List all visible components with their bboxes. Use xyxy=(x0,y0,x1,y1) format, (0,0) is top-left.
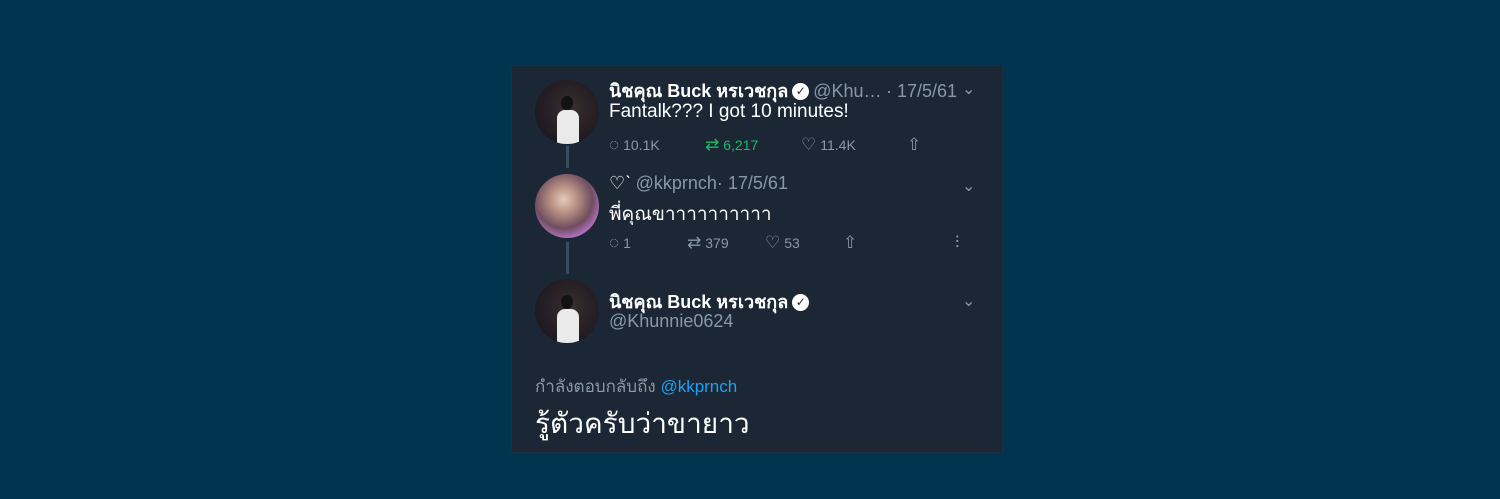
reply-icon: ◌ xyxy=(609,135,620,154)
display-name[interactable]: ♡ˋ xyxy=(609,173,631,193)
like-button[interactable]: ♡ 11.4K xyxy=(801,136,907,153)
thread-line xyxy=(566,146,569,168)
thread-line xyxy=(566,242,569,274)
verified-badge-icon: ✓ xyxy=(792,294,810,311)
tweet-text: Fantalk??? I got 10 minutes! xyxy=(609,101,849,122)
like-count: 53 xyxy=(784,234,800,251)
like-button[interactable]: ♡ 53 xyxy=(765,234,843,251)
user-handle[interactable]: @kkprnch xyxy=(636,173,717,193)
share-button[interactable]: ⇧ xyxy=(907,136,921,153)
tweet-date[interactable]: · 17/5/61 xyxy=(717,173,788,193)
like-count: 11.4K xyxy=(820,136,856,153)
user-handle[interactable]: @Khu… xyxy=(813,81,881,101)
retweet-icon: ⇄ xyxy=(705,135,720,154)
retweet-count: 6,217 xyxy=(723,136,759,153)
mention-link[interactable]: @kkprnch xyxy=(660,377,737,396)
verified-badge-icon: ✓ xyxy=(792,83,810,100)
share-icon: ⇧ xyxy=(843,233,858,252)
chevron-down-icon[interactable]: ⌄ xyxy=(962,176,975,196)
replying-to-label: กำลังตอบกลับถึง xyxy=(535,377,656,396)
analytics-icon: ⫶ xyxy=(955,233,960,252)
retweet-button[interactable]: ⇄ 379 xyxy=(687,234,765,251)
share-button[interactable]: ⇧ xyxy=(843,234,955,251)
analytics-button[interactable]: ⫶ xyxy=(955,234,959,251)
reply-count: 1 xyxy=(623,234,631,251)
reply-icon: ◌ xyxy=(609,233,620,252)
chevron-down-icon[interactable]: ⌄ xyxy=(962,291,975,311)
tweet-date[interactable]: · 17/5/61 xyxy=(886,81,957,101)
heart-icon: ♡ xyxy=(801,135,817,154)
heart-icon: ♡ xyxy=(765,233,781,252)
tweet-header: ♡ˋ @kkprnch· 17/5/61 xyxy=(609,173,788,194)
display-name[interactable]: นิชคุณ Buck หรเวชกุล xyxy=(609,292,788,312)
avatar[interactable] xyxy=(535,80,599,144)
reply-button[interactable]: ◌ 10.1K xyxy=(609,136,705,153)
avatar[interactable] xyxy=(535,174,599,238)
retweet-icon: ⇄ xyxy=(687,233,702,252)
display-name[interactable]: นิชคุณ Buck หรเวชกุล xyxy=(609,81,788,101)
tweet-actions: ◌ 1 ⇄ 379 ♡ 53 ⇧ ⫶ xyxy=(609,234,959,251)
user-handle[interactable]: @Khunnie0624 xyxy=(609,311,733,332)
tweet-text: รู้ตัวครับว่าขายาว xyxy=(535,408,750,439)
chevron-down-icon[interactable]: ⌄ xyxy=(962,79,975,99)
reply-count: 10.1K xyxy=(623,136,660,153)
retweet-button[interactable]: ⇄ 6,217 xyxy=(705,136,801,153)
tweet-text: พี่คุณขาาาาาาาาาา xyxy=(609,204,772,225)
replying-to: กำลังตอบกลับถึง @kkprnch xyxy=(535,373,737,400)
retweet-count: 379 xyxy=(705,234,729,251)
reply-button[interactable]: ◌ 1 xyxy=(609,234,687,251)
share-icon: ⇧ xyxy=(907,135,922,154)
tweet-actions: ◌ 10.1K ⇄ 6,217 ♡ 11.4K ⇧ xyxy=(609,136,921,153)
avatar[interactable] xyxy=(535,279,599,343)
